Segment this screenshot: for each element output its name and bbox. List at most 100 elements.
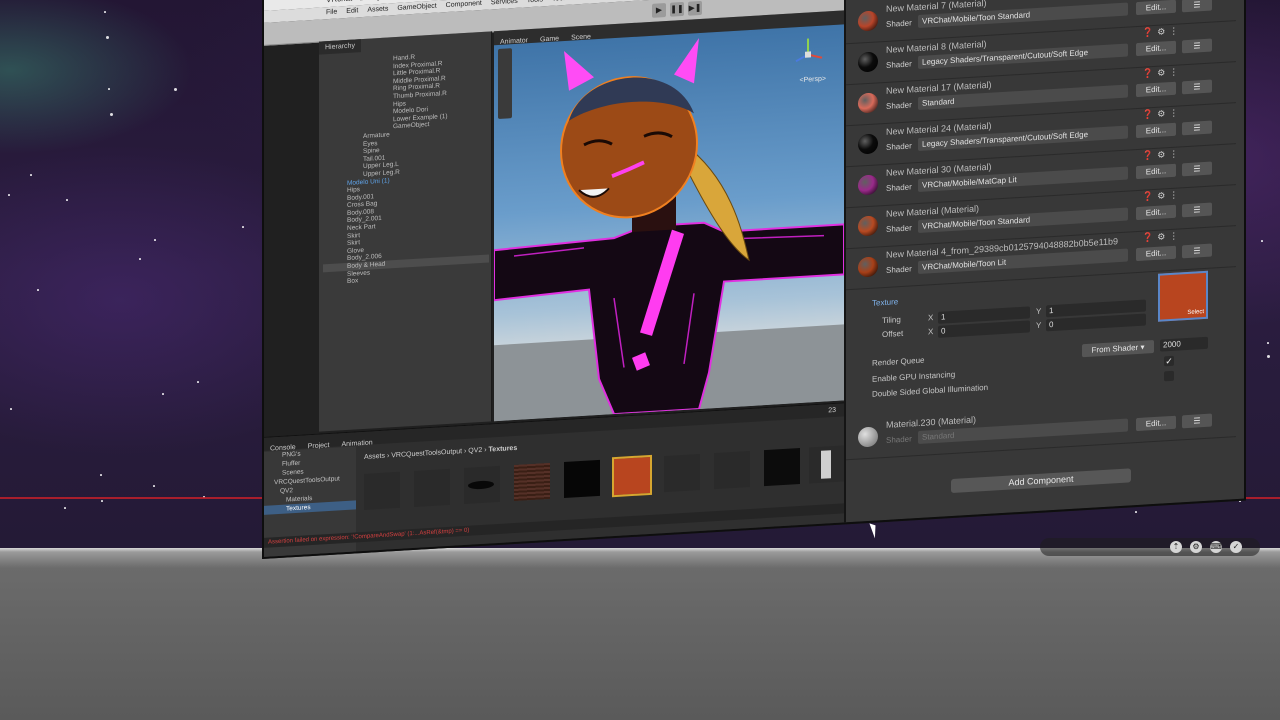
material-entry-last[interactable]: Material.230 (Material) Shader Standard … [846, 395, 1236, 461]
keyboard-icon[interactable]: ⌨ [1210, 541, 1222, 553]
shader-label: Shader [886, 59, 912, 70]
hierarchy-panel[interactable]: Hierarchy Hand.R Index Proximal.R Little P… [319, 31, 492, 432]
breadcrumb: Assets › VRCQuestToolsOutput › QV2 › Tex… [364, 445, 517, 461]
star [153, 485, 155, 487]
vr-desktop-controls[interactable]: ⇡ ⚙ ⌨ ✓ [1040, 538, 1260, 556]
star [139, 258, 141, 260]
orientation-gizmo[interactable] [788, 33, 828, 75]
step-button[interactable]: ▶❚ [688, 0, 702, 16]
menu-item[interactable]: Component [446, 0, 482, 9]
menu-item[interactable]: GameObject [397, 3, 436, 12]
gpu-instancing-checkbox[interactable]: ✓ [1164, 355, 1174, 367]
breadcrumb-item[interactable]: Assets [364, 453, 385, 461]
material-header-icons[interactable]: ❓⚙⋮ [1142, 148, 1182, 161]
gpu-instancing-label: Enable GPU Instancing [872, 369, 956, 384]
edit-shader-button[interactable]: Edit... [1136, 415, 1176, 432]
tiling-x-label: X [928, 313, 934, 323]
unity-editor-window[interactable]: VRchat - Bossy - Android - Unity 2022.3.… [262, 0, 1246, 560]
texture-slot-preview[interactable]: Select [1158, 270, 1208, 322]
star [37, 289, 39, 291]
texture-thumb[interactable] [664, 453, 700, 493]
menu-item[interactable]: Edit [346, 7, 358, 15]
edit-shader-button[interactable]: Edit... [1136, 40, 1176, 57]
edit-shader-button[interactable]: Edit... [1136, 0, 1176, 16]
star [64, 507, 66, 509]
menu-item[interactable]: Tools [552, 0, 568, 3]
texture-thumb[interactable] [364, 471, 400, 510]
texture-thumb[interactable] [514, 462, 550, 502]
texture-thumb[interactable] [764, 448, 800, 487]
texture-select-label[interactable]: Select [1187, 309, 1204, 316]
menu-item[interactable]: Services [491, 0, 518, 6]
tab-hierarchy[interactable]: Hierarchy [319, 39, 361, 55]
material-preview-sphere [858, 10, 878, 32]
material-options-button[interactable]: ☰ [1182, 79, 1212, 95]
texture-thumb-selected[interactable] [612, 454, 652, 498]
star [1135, 511, 1137, 513]
hierarchy-list: Hand.R Index Proximal.R Little Proximal.R M… [323, 50, 489, 288]
shader-label: Shader [886, 182, 912, 193]
render-queue-value-field[interactable]: 2000 [1160, 336, 1208, 352]
edit-shader-button[interactable]: Edit... [1136, 81, 1176, 98]
menu-item[interactable]: VRChat SDK [577, 0, 618, 1]
texture-thumb[interactable] [809, 445, 845, 484]
texture-thumb[interactable] [564, 459, 600, 499]
material-options-button[interactable]: ☰ [1182, 120, 1212, 136]
add-component-button[interactable]: Add Component [951, 468, 1131, 494]
scene-view[interactable]: <Persp> [494, 24, 844, 422]
avatar-render [494, 38, 844, 422]
inspector-panel[interactable]: InspectorVRChat SDKOcclusionConvert Avat… [844, 0, 1246, 523]
edit-shader-button[interactable]: Edit... [1136, 245, 1176, 262]
star [110, 113, 113, 116]
material-header-icons[interactable]: ❓⚙⋮ [1142, 107, 1182, 120]
texture-thumb[interactable] [414, 468, 450, 507]
material-header-icons[interactable]: ❓⚙⋮ [1142, 25, 1182, 38]
tiling-y-label: Y [1036, 306, 1042, 317]
offset-x-label: X [928, 327, 934, 337]
star [1267, 342, 1269, 344]
star [10, 408, 12, 410]
confirm-icon[interactable]: ✓ [1230, 541, 1242, 553]
menu-item[interactable]: Tools [527, 0, 543, 4]
settings-icon[interactable]: ⚙ [1190, 541, 1202, 553]
star [104, 11, 106, 13]
material-preview-sphere [858, 426, 878, 448]
play-button[interactable]: ▶ [652, 2, 666, 18]
offset-label: Offset [882, 328, 904, 340]
texture-thumb[interactable] [464, 465, 500, 504]
edit-shader-button[interactable]: Edit... [1136, 122, 1176, 139]
menu-item[interactable]: File [326, 9, 337, 17]
pause-button[interactable]: ❚❚ [670, 1, 684, 17]
material-header-icons[interactable]: ❓⚙⋮ [1142, 66, 1182, 79]
shader-label: Shader [886, 223, 912, 234]
breadcrumb-item[interactable]: VRCQuestToolsOutput [391, 448, 462, 459]
menu-item[interactable]: Assets [367, 5, 388, 13]
shader-label: Shader [886, 100, 912, 111]
material-header-icons[interactable]: ❓⚙⋮ [1142, 189, 1182, 202]
double-sided-gi-checkbox[interactable] [1164, 370, 1174, 382]
breadcrumb-item[interactable]: Textures [489, 445, 518, 454]
material-options-button[interactable]: ☰ [1182, 243, 1212, 259]
pointer-icon[interactable]: ⇡ [1170, 541, 1182, 553]
material-options-button[interactable]: ☰ [1182, 0, 1212, 13]
star [101, 500, 103, 502]
render-queue-mode-dropdown[interactable]: From Shader ▾ [1082, 340, 1154, 358]
material-preview-sphere [858, 256, 878, 278]
offset-y-label: Y [1036, 320, 1042, 331]
star [66, 199, 68, 201]
render-queue-mode: From Shader [1091, 342, 1139, 355]
material-header-icons[interactable]: ❓⚙⋮ [1142, 230, 1182, 243]
edit-shader-button[interactable]: Edit... [1136, 204, 1176, 221]
material-options-button[interactable]: ☰ [1182, 413, 1212, 429]
render-queue-label: Render Queue [872, 355, 925, 368]
breadcrumb-item[interactable]: QV2 [468, 447, 482, 455]
edit-shader-button[interactable]: Edit... [1136, 163, 1176, 180]
texture-thumb[interactable] [714, 451, 750, 490]
material-options-button[interactable]: ☰ [1182, 38, 1212, 54]
shader-label: Shader [886, 434, 912, 445]
material-preview-sphere [858, 174, 878, 196]
material-options-button[interactable]: ☰ [1182, 161, 1212, 177]
material-options-button[interactable]: ☰ [1182, 202, 1212, 218]
material-preview-sphere [858, 215, 878, 237]
star [108, 88, 110, 90]
